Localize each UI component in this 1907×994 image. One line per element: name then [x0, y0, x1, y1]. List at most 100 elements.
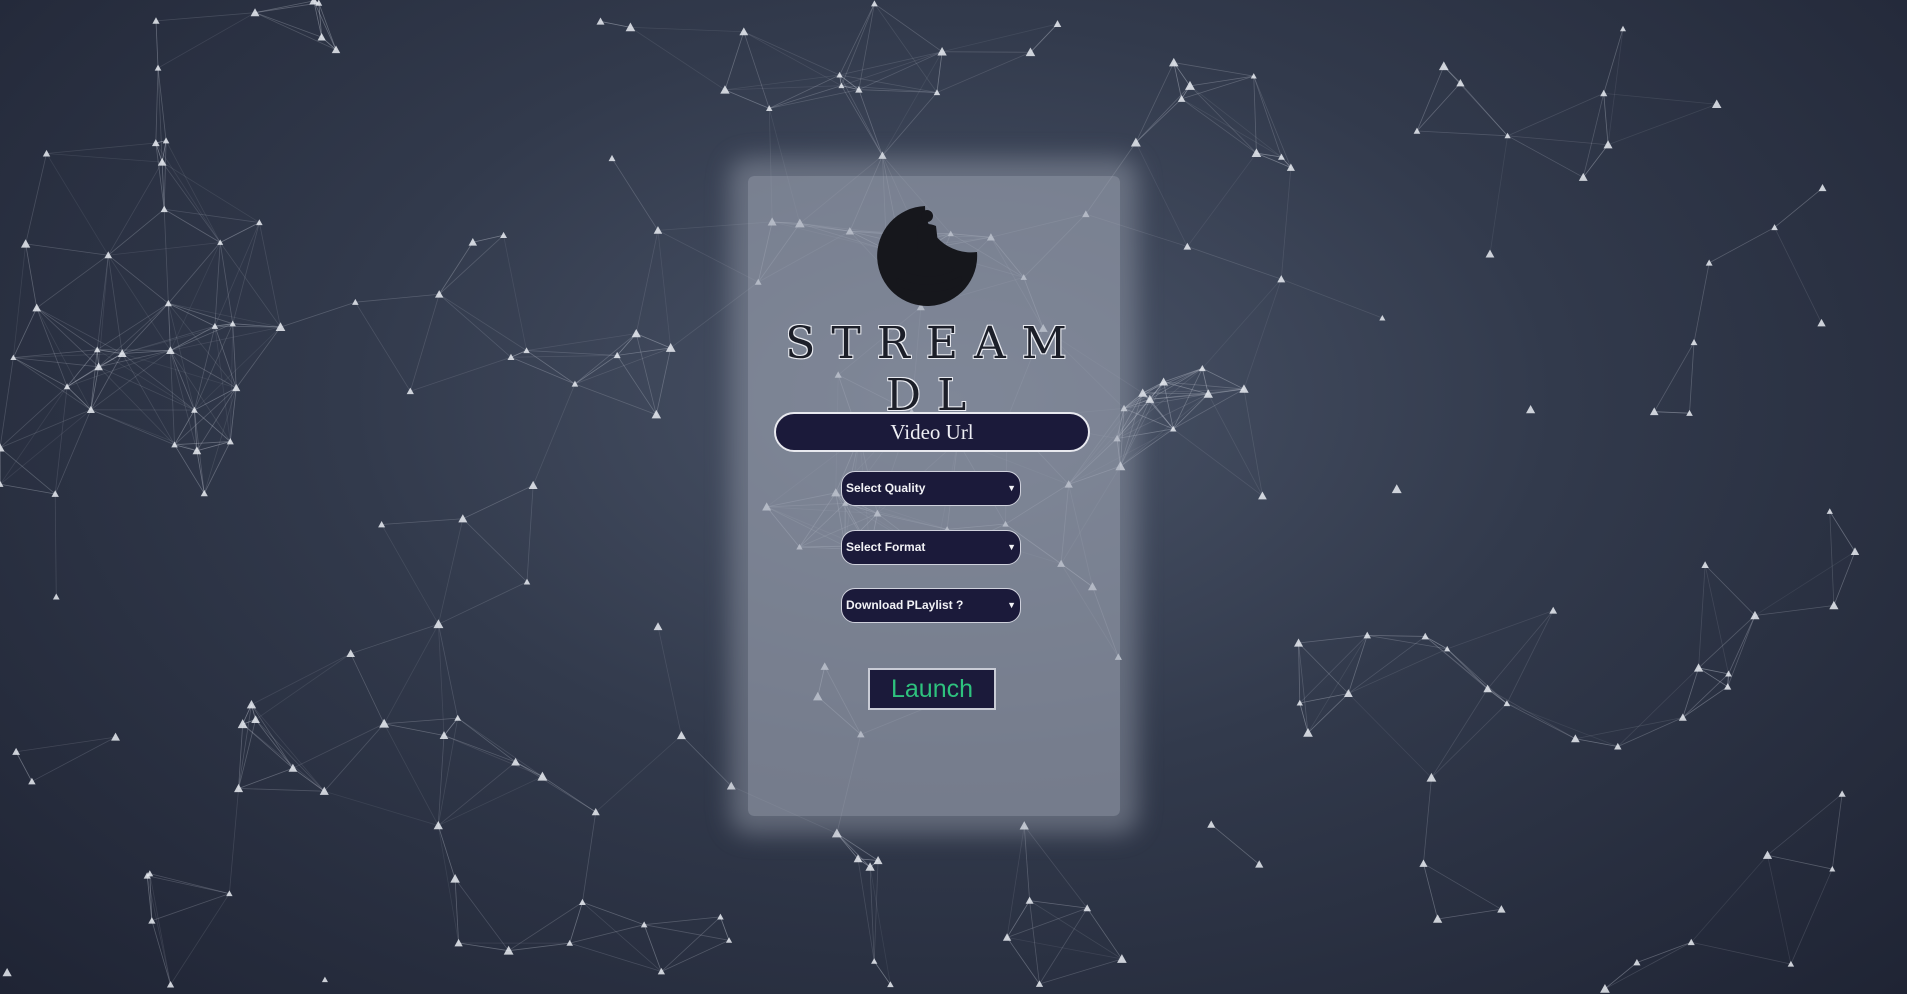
network-line	[1086, 907, 1123, 960]
network-node	[1002, 933, 1012, 941]
network-line	[1348, 693, 1432, 779]
network-line	[720, 916, 730, 941]
network-line	[1207, 393, 1263, 497]
network-line	[383, 624, 439, 724]
network-node	[1619, 25, 1627, 32]
network-line	[0, 357, 14, 448]
network-node	[148, 917, 156, 924]
network-line	[582, 901, 645, 926]
network-line	[235, 326, 281, 389]
network-line	[1189, 85, 1282, 158]
network-line	[1507, 93, 1604, 137]
network-line	[462, 485, 534, 520]
playlist-select[interactable]: Download PLaylist ? ▼	[841, 588, 1021, 623]
network-line	[1006, 900, 1030, 938]
network-line	[155, 67, 159, 143]
network-line	[839, 3, 875, 76]
network-line	[168, 242, 221, 304]
network-line	[657, 626, 682, 736]
network-node	[676, 730, 686, 740]
network-line	[526, 350, 576, 385]
network-line	[1135, 98, 1182, 143]
network-line	[657, 230, 672, 348]
network-line	[438, 776, 543, 826]
network-node	[511, 757, 520, 766]
network-line	[617, 347, 671, 356]
network-line	[1603, 28, 1624, 94]
network-line	[454, 878, 509, 951]
network-node	[1724, 683, 1732, 690]
network-line	[36, 307, 92, 410]
network-node	[317, 33, 326, 41]
network-line	[1029, 900, 1088, 909]
network-node	[406, 387, 414, 395]
network-line	[1575, 738, 1618, 747]
network-line	[149, 873, 230, 894]
network-node	[537, 771, 548, 781]
network-line	[1689, 342, 1695, 414]
network-line	[438, 761, 516, 826]
network-line	[13, 353, 123, 359]
network-node	[433, 820, 443, 830]
network-node	[1207, 820, 1216, 828]
network-line	[1698, 615, 1756, 669]
network-line	[1135, 85, 1191, 143]
network-line	[1603, 93, 1609, 145]
network-line	[839, 74, 938, 93]
network-node	[454, 938, 463, 947]
network-line	[1654, 411, 1690, 414]
network-line	[219, 242, 234, 324]
network-line	[510, 354, 618, 358]
video-url-input[interactable]	[774, 412, 1090, 452]
network-node	[1159, 377, 1169, 386]
network-line	[254, 2, 319, 14]
network-node	[454, 714, 462, 721]
network-line	[1367, 634, 1426, 637]
network-node	[1600, 983, 1610, 993]
network-node	[1705, 259, 1713, 266]
network-node	[1419, 859, 1428, 867]
network-line	[1617, 717, 1683, 747]
network-line	[526, 350, 618, 356]
network-line	[874, 3, 938, 93]
network-line	[936, 51, 1031, 93]
network-line	[1243, 279, 1282, 390]
network-line	[90, 409, 198, 452]
quality-select[interactable]: Select Quality ▼	[841, 471, 1021, 506]
network-line	[232, 222, 260, 324]
network-line	[643, 924, 662, 972]
network-line	[443, 735, 516, 763]
network-node	[1818, 184, 1827, 192]
network-line	[155, 12, 256, 22]
network-node	[1838, 790, 1846, 797]
network-node	[887, 981, 894, 988]
network-line	[681, 735, 732, 787]
chevron-down-icon: ▼	[1007, 600, 1016, 610]
network-line	[1682, 686, 1728, 718]
network-line	[1307, 635, 1368, 734]
network-line	[655, 347, 672, 415]
network-line	[1425, 636, 1488, 690]
network-line	[841, 3, 875, 86]
network-line	[0, 447, 56, 495]
network-node	[1633, 958, 1641, 966]
network-line	[36, 307, 98, 351]
network-node	[1762, 850, 1773, 859]
launch-button[interactable]: Launch	[868, 668, 996, 710]
network-line	[238, 788, 325, 792]
network-line	[157, 12, 256, 69]
network-line	[1774, 227, 1822, 324]
network-line	[661, 939, 730, 972]
network-line	[438, 518, 464, 625]
network-line	[1023, 825, 1088, 909]
network-line	[168, 303, 216, 327]
network-node	[1850, 547, 1860, 555]
network-line	[1603, 92, 1717, 105]
network-line	[1604, 941, 1692, 990]
network-node	[1578, 172, 1588, 181]
network-line	[438, 624, 445, 736]
network-line	[1489, 135, 1508, 255]
format-select[interactable]: Select Format ▼	[841, 530, 1021, 565]
network-line	[410, 356, 512, 392]
network-line	[381, 518, 463, 525]
